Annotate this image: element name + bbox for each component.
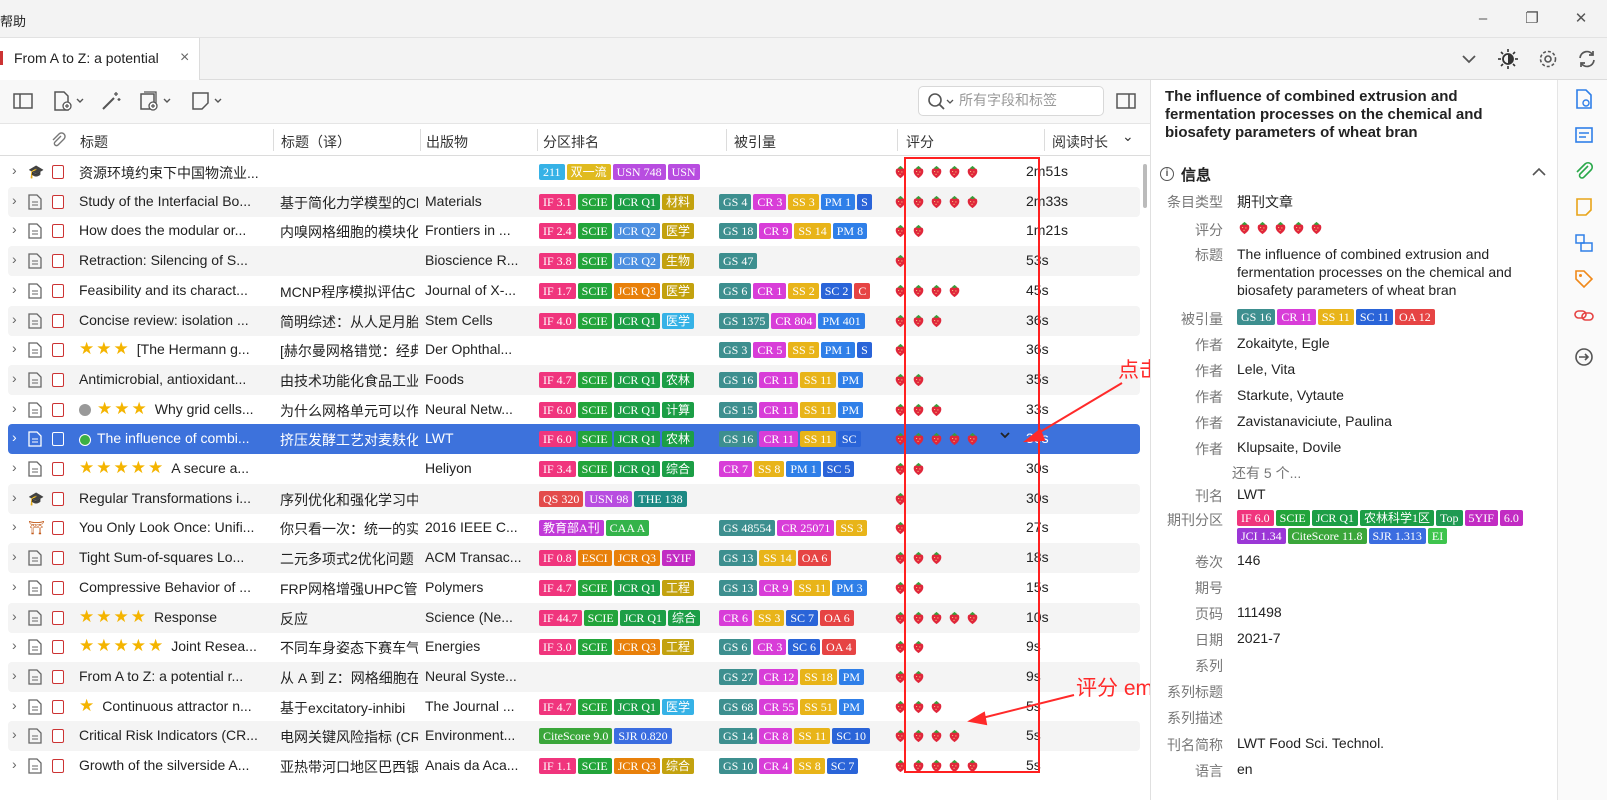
badge: SJR 1.313	[1368, 528, 1426, 544]
field-label: 系列描述	[1167, 710, 1223, 726]
badge: SS 11	[1317, 309, 1354, 325]
collapse-chevron-icon[interactable]	[1531, 164, 1547, 183]
volume-value[interactable]: 146	[1237, 552, 1537, 568]
strawberry-icon	[1275, 221, 1286, 235]
libraries-collections-icon[interactable]	[1573, 232, 1595, 254]
field-label: 标题	[1195, 247, 1223, 263]
badge: 农林科学1区	[1360, 510, 1435, 526]
field-label: 作者	[1195, 389, 1223, 405]
badge: SCIE	[1275, 510, 1310, 526]
author-value[interactable]: Zavistanaviciute, Paulina	[1237, 413, 1537, 429]
strawberry-icon	[1257, 221, 1268, 235]
badge: GS 16	[1237, 309, 1276, 325]
author-value[interactable]: Zokaityte, Egle	[1237, 335, 1537, 351]
badge: SC 11	[1355, 309, 1394, 325]
badge: 5YIF	[1464, 510, 1498, 526]
field-label: 条目类型	[1167, 194, 1223, 210]
rating-value[interactable]	[1237, 220, 1537, 236]
field-label: 系列	[1195, 658, 1223, 674]
field-label: 作者	[1195, 363, 1223, 379]
strawberry-icon	[1293, 221, 1304, 235]
author-value[interactable]: Klupsaite, Dovile	[1237, 439, 1537, 455]
related-icon[interactable]	[1573, 304, 1595, 326]
badge: OA 12	[1395, 309, 1435, 325]
author-value[interactable]: Starkute, Vytaute	[1237, 387, 1537, 403]
notes-icon[interactable]	[1573, 196, 1595, 218]
field-label: 作者	[1195, 415, 1223, 431]
title-value[interactable]: The influence of combined extrusion and …	[1237, 245, 1537, 299]
field-label: 刊名简称	[1167, 737, 1223, 753]
badge: JCI 1.34	[1237, 528, 1286, 544]
field-label: 作者	[1195, 337, 1223, 353]
field-label: 评分	[1195, 222, 1223, 238]
badge: CiteScore 11.8	[1287, 528, 1367, 544]
journal-abbr-value[interactable]: LWT Food Sci. Technol.	[1237, 735, 1537, 751]
field-label: 卷次	[1195, 554, 1223, 570]
more-authors-link[interactable]: 还有 5 个...	[1232, 463, 1537, 483]
badge: EI	[1427, 528, 1448, 544]
journal-value[interactable]: LWT	[1237, 486, 1537, 502]
badge: 6.0	[1499, 510, 1523, 526]
field-label: 作者	[1195, 441, 1223, 457]
abstract-icon[interactable]	[1573, 124, 1595, 146]
item-type-value[interactable]: 期刊文章	[1237, 192, 1537, 212]
badge: CR 11	[1277, 309, 1316, 325]
field-label: 页码	[1195, 606, 1223, 622]
locate-icon[interactable]	[1573, 346, 1595, 368]
date-value[interactable]: 2021-7	[1237, 630, 1537, 646]
info-icon: i	[1160, 167, 1174, 181]
item-title-header: The influence of combined extrusion and …	[1165, 88, 1483, 141]
language-value[interactable]: en	[1237, 761, 1537, 777]
attachments-icon[interactable]	[1573, 160, 1595, 182]
tags-icon[interactable]	[1573, 268, 1595, 290]
strawberry-icon	[1239, 221, 1250, 235]
field-label: 语言	[1195, 763, 1223, 779]
badge: JCR Q1	[1311, 510, 1359, 526]
info-section-icon[interactable]	[1573, 88, 1595, 110]
author-value[interactable]: Lele, Vita	[1237, 361, 1537, 377]
pages-value[interactable]: 111498	[1237, 604, 1537, 620]
field-label: 期号	[1195, 580, 1223, 596]
journal-rank-value[interactable]: IF 6.0 SCIE JCR Q1 农林科学1区 Top 5YIF 6.0 JCI 1.34…	[1237, 510, 1537, 546]
field-label: 日期	[1195, 632, 1223, 648]
field-label: 刊名	[1195, 488, 1223, 504]
item-pane: The influence of combined extrusion and …	[1150, 80, 1557, 800]
field-label: 被引量	[1181, 311, 1223, 327]
right-sidebar	[1557, 80, 1607, 800]
field-label: 系列标题	[1167, 684, 1223, 700]
cited-value[interactable]: GS 16 CR 11 SS 11 SC 11 OA 12	[1237, 309, 1537, 325]
badge: Top	[1436, 510, 1463, 526]
badge: IF 6.0	[1237, 510, 1274, 526]
field-label: 期刊分区	[1167, 512, 1223, 528]
section-info: 信息	[1181, 167, 1212, 184]
strawberry-icon	[1311, 221, 1322, 235]
